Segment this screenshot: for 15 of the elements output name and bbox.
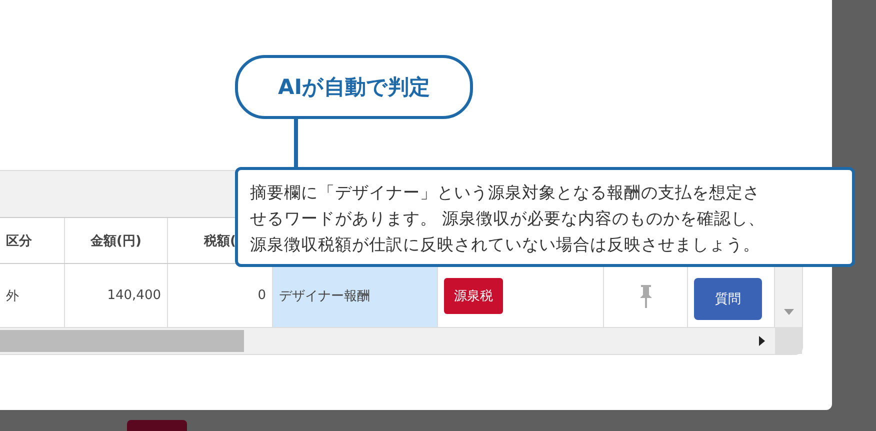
pin-icon[interactable] xyxy=(638,284,652,308)
table-cell-text: 外 xyxy=(6,288,19,304)
column-header: 税額( xyxy=(204,232,236,250)
scroll-down-icon[interactable] xyxy=(784,309,794,315)
column-header: 区分 xyxy=(6,232,32,250)
tax-tag: 源泉税 xyxy=(444,278,503,314)
column-header: 金額(円) xyxy=(90,232,142,250)
tooltip-text: 摘要欄に「デザイナー」という源泉対象となる報酬の支払を想定さ せるワードがあります。 源泉徴収が必要な内容のものかを確認し、 源泉徴収税額が仕訳に反映されていない場合は反映させましょう。 xyxy=(250,182,766,256)
scrollbar-thumb[interactable] xyxy=(0,330,244,352)
callout-label: AIが自動で判定 xyxy=(235,55,473,119)
table-cell[interactable]: デザイナー報酬 xyxy=(273,264,438,327)
table-cell: 0 xyxy=(258,288,266,303)
table-cell: 140,400 xyxy=(107,288,161,303)
scroll-right-icon[interactable] xyxy=(759,336,765,346)
question-button[interactable]: 質問 xyxy=(694,278,762,320)
